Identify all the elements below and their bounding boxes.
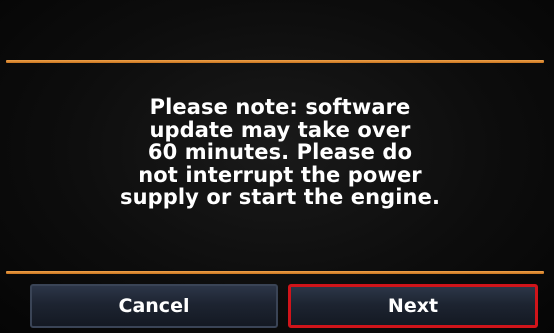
- message-line: 60 minutes. Please do: [147, 140, 413, 164]
- next-button[interactable]: Next: [288, 284, 538, 328]
- message-line: Please note: software: [149, 95, 411, 119]
- cancel-button-label: Cancel: [118, 295, 190, 317]
- top-divider: [6, 60, 544, 63]
- update-warning-message: Please note: software update may take ov…: [60, 96, 500, 209]
- bottom-divider: [6, 271, 544, 274]
- next-button-label: Next: [387, 295, 439, 317]
- message-line: not interrupt the power: [138, 162, 422, 187]
- message-line: update may take over: [149, 117, 411, 142]
- update-warning-screen: Please note: software update may take ov…: [0, 0, 554, 333]
- cancel-button[interactable]: Cancel: [30, 284, 278, 328]
- message-line: supply or start the engine.: [119, 185, 441, 209]
